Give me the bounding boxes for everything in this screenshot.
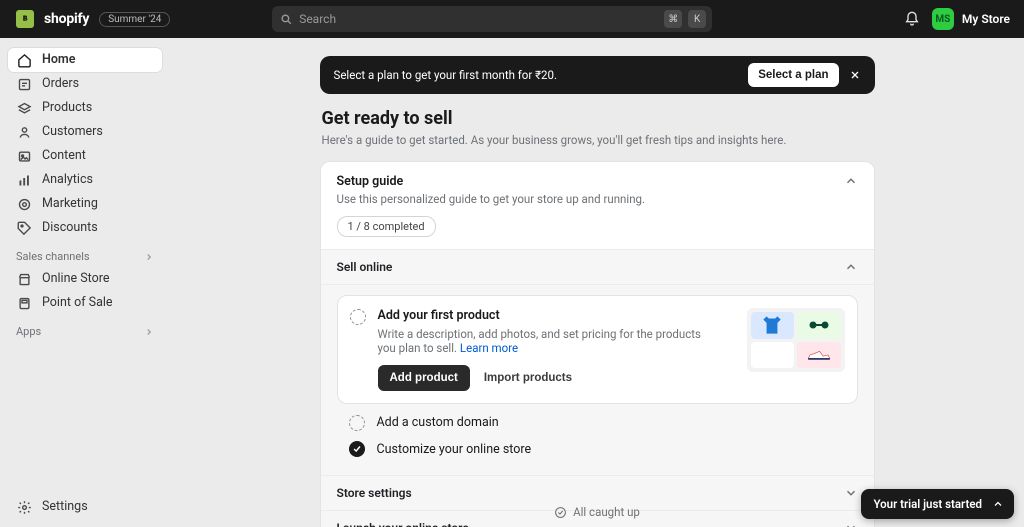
task-title: Add your first product [378, 308, 735, 323]
sidebar-item-content[interactable]: Content [8, 144, 162, 168]
sales-channels-header[interactable]: Sales channels [8, 240, 162, 267]
task-status-incomplete-icon [350, 309, 366, 325]
notifications-button[interactable] [904, 11, 920, 27]
task-title: Add a custom domain [377, 415, 499, 430]
plan-banner: Select a plan to get your first month fo… [320, 56, 875, 94]
search-placeholder: Search [299, 12, 336, 26]
product-illustration [747, 308, 845, 372]
sidebar-item-analytics[interactable]: Analytics [8, 168, 162, 192]
chevron-up-icon [844, 260, 858, 274]
brand-text: shopify [44, 11, 89, 27]
sidebar-item-label: Online Store [42, 273, 109, 286]
search-input[interactable]: Search ⌘ K [272, 6, 712, 32]
search-icon [280, 13, 293, 26]
sidebar-item-home[interactable]: Home [8, 48, 162, 72]
banner-close-button[interactable] [845, 65, 865, 85]
apps-header[interactable]: Apps [8, 315, 162, 342]
store-switcher[interactable]: MS My Store [932, 8, 1010, 30]
banner-text: Select a plan to get your first month fo… [334, 68, 558, 82]
topbar-right: MS My Store [904, 8, 1010, 30]
sidebar-item-discounts[interactable]: Discounts [8, 216, 162, 240]
store-name: My Store [962, 12, 1010, 26]
sidebar-item-label: Customers [42, 126, 103, 139]
sidebar-item-pos[interactable]: Point of Sale [8, 291, 162, 315]
sidebar-item-label: Discounts [42, 222, 98, 235]
bell-icon [904, 11, 920, 27]
progress-chip: 1 / 8 completed [337, 216, 436, 237]
sidebar-item-products[interactable]: Products [8, 96, 162, 120]
setup-guide-title: Setup guide [337, 174, 844, 189]
sell-online-tasks: Add your first product Write a descripti… [321, 284, 874, 475]
close-icon [849, 69, 861, 81]
check-circle-icon [554, 506, 567, 519]
sidebar-item-label: Analytics [42, 174, 93, 187]
sidebar-item-label: Point of Sale [42, 297, 113, 310]
gear-icon [16, 499, 32, 515]
task-customize-store[interactable]: Customize your online store [337, 431, 858, 461]
home-icon [16, 52, 32, 68]
chevron-right-icon [144, 252, 154, 262]
content-icon [16, 148, 32, 164]
page-title: Get ready to sell [322, 108, 875, 129]
main-content: Select a plan to get your first month fo… [170, 38, 1024, 527]
online-store-icon [16, 271, 32, 287]
kbd-cmd: ⌘ [664, 10, 682, 28]
task-status-incomplete-icon [349, 415, 365, 431]
task-add-first-product[interactable]: Add your first product Write a descripti… [337, 295, 858, 404]
sidebar-item-label: Products [42, 102, 92, 115]
hero: Get ready to sell Here's a guide to get … [320, 108, 875, 147]
shopify-logo-icon [16, 10, 34, 28]
orders-icon [16, 76, 32, 92]
sidebar-item-orders[interactable]: Orders [8, 72, 162, 96]
setup-guide-subtitle: Use this personalized guide to get your … [337, 192, 844, 206]
sidebar-item-label: Orders [42, 78, 79, 91]
avatar: MS [932, 8, 954, 30]
section-sell-online[interactable]: Sell online [321, 249, 874, 284]
task-description: Write a description, add photos, and set… [378, 327, 708, 355]
sidebar-item-settings[interactable]: Settings [8, 495, 162, 519]
analytics-icon [16, 172, 32, 188]
sidebar-item-label: Home [42, 54, 76, 67]
select-plan-button[interactable]: Select a plan [748, 63, 838, 87]
sidebar-item-label: Content [42, 150, 86, 163]
setup-guide-card: Setup guide Use this personalized guide … [320, 161, 875, 527]
task-add-custom-domain[interactable]: Add a custom domain [337, 404, 858, 431]
products-icon [16, 100, 32, 116]
task-status-complete-icon [349, 441, 365, 457]
sidebar-item-label: Marketing [42, 198, 98, 211]
customers-icon [16, 124, 32, 140]
app-shell: Home Orders Products Customers Content A… [0, 38, 1024, 527]
collapse-guide-button[interactable] [844, 174, 858, 188]
sidebar-item-customers[interactable]: Customers [8, 120, 162, 144]
trial-text: Your trial just started [873, 497, 982, 511]
chevron-down-icon [844, 486, 858, 500]
kbd-k: K [688, 10, 706, 28]
chevron-right-icon [144, 327, 154, 337]
sidebar-item-label: Settings [42, 501, 88, 514]
sidebar-item-marketing[interactable]: Marketing [8, 192, 162, 216]
add-product-button[interactable]: Add product [378, 365, 470, 391]
sidebar-item-online-store[interactable]: Online Store [8, 267, 162, 291]
brand-area[interactable]: shopify Summer '24 [16, 10, 170, 28]
page-subtitle: Here's a guide to get started. As your b… [322, 133, 875, 147]
chevron-up-icon [844, 174, 858, 188]
pos-icon [16, 295, 32, 311]
chevron-up-icon [992, 498, 1004, 510]
trial-toast[interactable]: Your trial just started [861, 489, 1014, 519]
topbar: shopify Summer '24 Search ⌘ K MS My Stor… [0, 0, 1024, 38]
marketing-icon [16, 196, 32, 212]
discounts-icon [16, 220, 32, 236]
sidebar: Home Orders Products Customers Content A… [0, 38, 170, 527]
import-products-button[interactable]: Import products [484, 372, 572, 384]
learn-more-link[interactable]: Learn more [460, 341, 518, 355]
season-badge: Summer '24 [99, 12, 170, 27]
task-title: Customize your online store [377, 442, 532, 457]
